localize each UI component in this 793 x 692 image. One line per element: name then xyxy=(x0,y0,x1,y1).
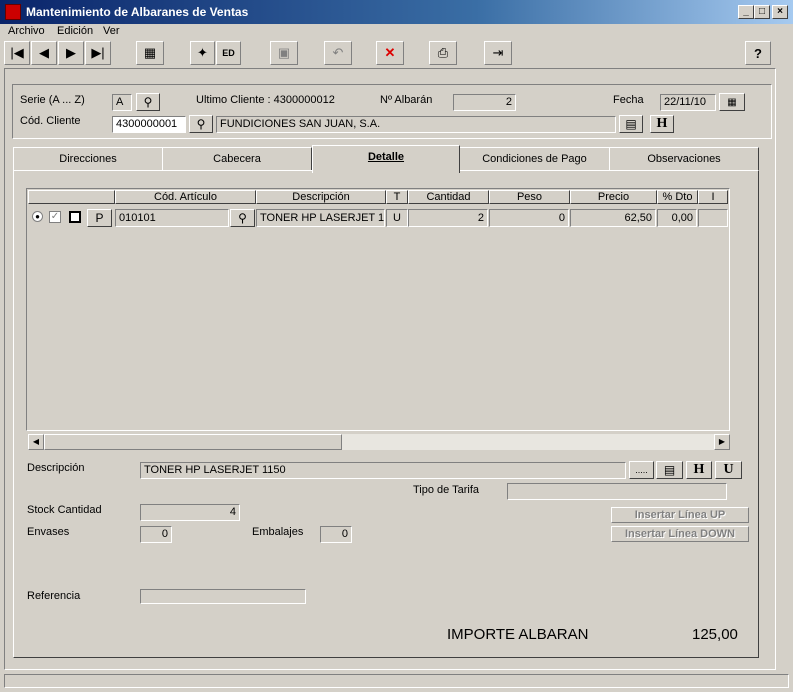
grid-header-i[interactable]: I xyxy=(698,190,728,204)
delete-icon[interactable]: ✕ xyxy=(376,41,404,65)
fecha-label: Fecha xyxy=(613,94,644,106)
descripcion-field[interactable]: TONER HP LASERJET 1150 xyxy=(140,462,626,479)
grid-header-cantidad[interactable]: Cantidad xyxy=(408,190,489,204)
importe-value: 125,00 xyxy=(692,626,738,643)
row-descripcion-cell[interactable]: TONER HP LASERJET 1 xyxy=(256,209,385,227)
descripcion-u-button[interactable]: U xyxy=(715,461,742,479)
row-search-icon[interactable]: ⚲ xyxy=(230,209,255,227)
descripcion-notes-icon[interactable]: ▤ xyxy=(656,461,683,479)
row-cantidad-cell[interactable]: 2 xyxy=(408,209,488,227)
undo-icon[interactable]: ↶ xyxy=(324,41,352,65)
minimize-button[interactable]: _ xyxy=(738,5,754,19)
descripcion-label: Descripción xyxy=(27,462,85,474)
albaran-field[interactable]: 2 xyxy=(453,94,516,111)
menu-ver[interactable]: Ver xyxy=(103,25,120,37)
title-bar: Mantenimiento de Albaranes de Ventas _ □… xyxy=(0,0,793,24)
print-icon[interactable]: ⎙ xyxy=(429,41,457,65)
grid-header-peso[interactable]: Peso xyxy=(489,190,570,204)
first-record-icon[interactable]: |◀ xyxy=(4,41,30,65)
tipo-tarifa-field[interactable] xyxy=(507,483,727,500)
fecha-field[interactable]: 22/11/10 xyxy=(660,94,716,111)
scroll-thumb[interactable] xyxy=(44,434,342,450)
row-select-radio[interactable]: ● xyxy=(32,211,43,222)
edit-icon[interactable]: ED xyxy=(216,41,241,65)
menu-edicion[interactable]: Edición xyxy=(57,25,93,37)
close-window-button[interactable]: × xyxy=(772,5,788,19)
serie-label: Serie (A ... Z) xyxy=(20,94,85,106)
calendar-icon[interactable]: ▦ xyxy=(719,93,745,111)
table-icon[interactable]: ▦ xyxy=(136,41,164,65)
row-checkbox[interactable] xyxy=(69,211,81,223)
tipo-tarifa-label: Tipo de Tarifa xyxy=(413,484,480,496)
row-precio-cell[interactable]: 62,50 xyxy=(570,209,656,227)
insert-line-up-button[interactable]: Insertar Línea UP xyxy=(611,507,749,523)
status-bar xyxy=(4,674,789,688)
cliente-history-button[interactable]: H xyxy=(650,115,674,133)
row-peso-cell[interactable]: 0 xyxy=(489,209,569,227)
save-icon[interactable]: ▣ xyxy=(270,41,298,65)
row-i-cell[interactable] xyxy=(698,209,728,227)
menu-archivo[interactable]: Archivo xyxy=(8,25,45,37)
scroll-right-icon[interactable]: ▶ xyxy=(714,434,730,450)
grid-header-codigo[interactable]: Cód. Artículo xyxy=(115,190,256,204)
grid-header-dto[interactable]: % Dto xyxy=(657,190,698,204)
insert-line-down-button[interactable]: Insertar Línea DOWN xyxy=(611,526,749,542)
last-record-icon[interactable]: ▶| xyxy=(85,41,111,65)
grid-header-t[interactable]: T xyxy=(386,190,408,204)
window-title: Mantenimiento de Albaranes de Ventas xyxy=(26,5,249,19)
tab-cabecera[interactable]: Cabecera xyxy=(162,147,312,171)
grid-header-selector xyxy=(28,190,115,204)
grid-header-precio[interactable]: Precio xyxy=(570,190,657,204)
envases-field[interactable]: 0 xyxy=(140,526,172,543)
prev-record-icon[interactable]: ◀ xyxy=(31,41,57,65)
referencia-field[interactable] xyxy=(140,589,306,604)
exit-icon[interactable]: ⇥ xyxy=(484,41,512,65)
row-checkbox-checked[interactable]: ✓ xyxy=(49,211,61,223)
cliente-label: Cód. Cliente xyxy=(20,115,81,127)
menu-bar: Archivo Edición Ver xyxy=(0,24,793,40)
albaran-label: Nº Albarán xyxy=(380,94,433,106)
horizontal-scrollbar[interactable]: ◀ ▶ xyxy=(28,434,730,450)
row-p-button[interactable]: P xyxy=(87,209,112,227)
envases-label: Envases xyxy=(27,526,70,538)
tab-detalle[interactable]: Detalle xyxy=(312,145,460,173)
scroll-left-icon[interactable]: ◀ xyxy=(28,434,44,450)
cliente-code-field[interactable]: 4300000001 xyxy=(112,116,186,133)
new-icon[interactable]: ✦ xyxy=(190,41,215,65)
stock-label: Stock Cantidad xyxy=(27,504,102,516)
referencia-label: Referencia xyxy=(27,590,81,602)
cliente-name-field[interactable]: FUNDICIONES SAN JUAN, S.A. xyxy=(216,116,616,133)
tab-observaciones[interactable]: Observaciones xyxy=(609,147,759,171)
importe-label: IMPORTE ALBARAN xyxy=(447,626,589,643)
descripcion-more-button[interactable]: ..... xyxy=(629,461,654,479)
serie-search-icon[interactable]: ⚲ xyxy=(136,93,160,111)
cliente-search-icon[interactable]: ⚲ xyxy=(189,115,213,133)
row-t-cell[interactable]: U xyxy=(386,209,408,227)
help-icon[interactable]: ? xyxy=(745,41,771,65)
stock-field[interactable]: 4 xyxy=(140,504,240,521)
row-codigo-cell[interactable]: 010101 xyxy=(115,209,229,227)
app-icon xyxy=(5,4,21,20)
tab-condiciones-pago[interactable]: Condiciones de Pago xyxy=(459,147,610,171)
embalajes-label: Embalajes xyxy=(252,526,304,538)
embalajes-field[interactable]: 0 xyxy=(320,526,352,543)
tab-direcciones[interactable]: Direcciones xyxy=(13,147,163,171)
next-record-icon[interactable]: ▶ xyxy=(58,41,84,65)
descripcion-h-button[interactable]: H xyxy=(686,461,712,479)
serie-field[interactable]: A xyxy=(112,94,132,111)
row-dto-cell[interactable]: 0,00 xyxy=(657,209,697,227)
ultimo-cliente-label: Ultimo Cliente : 4300000012 xyxy=(196,94,335,106)
maximize-button[interactable]: □ xyxy=(754,5,770,19)
grid-header-descripcion[interactable]: Descripción xyxy=(256,190,386,204)
cliente-notes-icon[interactable]: ▤ xyxy=(619,115,643,133)
